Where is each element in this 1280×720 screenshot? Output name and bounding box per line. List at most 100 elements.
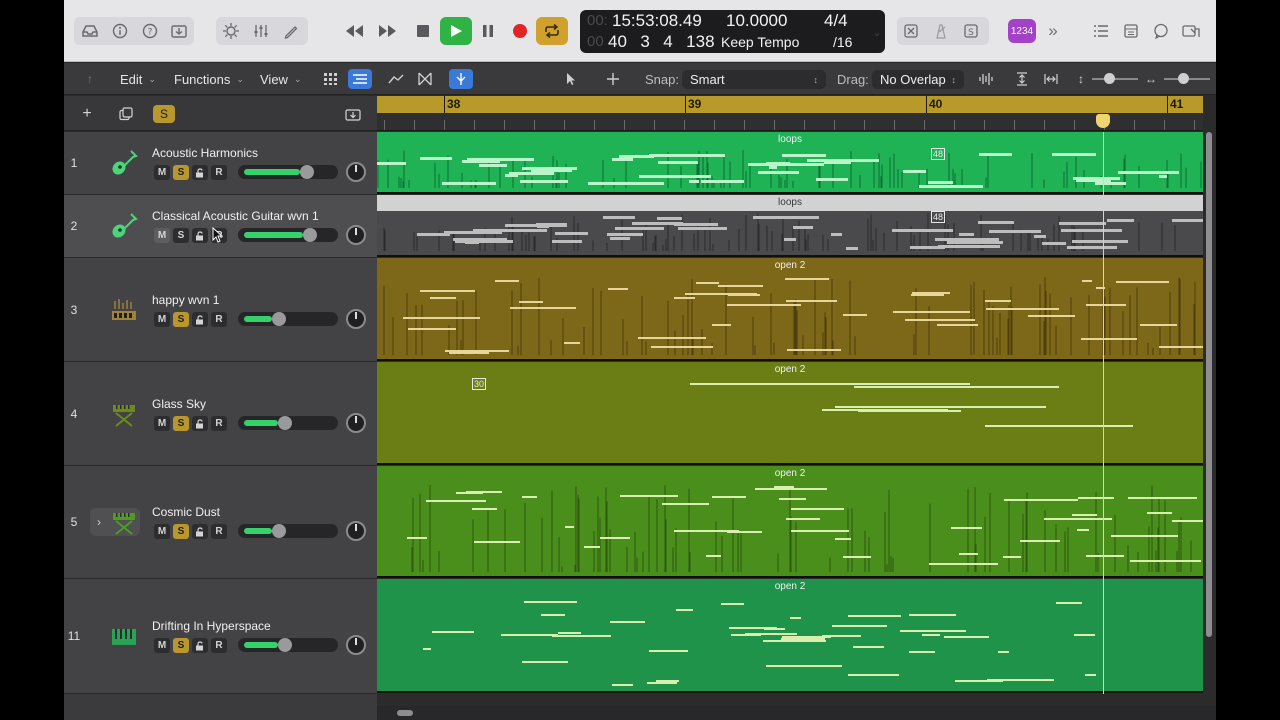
track-header[interactable]: 11 Drifting In Hyperspace M S R [64, 579, 377, 694]
browsers-icon[interactable] [1178, 19, 1204, 43]
lock-icon[interactable] [192, 312, 208, 327]
horizontal-zoom-knob[interactable] [1178, 73, 1189, 84]
horizontal-zoom-slider[interactable] [1164, 73, 1210, 84]
volume-fader[interactable] [238, 524, 338, 538]
region[interactable]: open 2 [377, 466, 1203, 578]
more-chevron-icon[interactable]: » [1040, 19, 1066, 43]
smart-controls-icon[interactable] [218, 19, 244, 43]
pan-knob[interactable] [346, 225, 366, 245]
global-solo-button[interactable]: S [153, 105, 175, 123]
solo-button[interactable]: S [173, 165, 189, 180]
pan-knob[interactable] [346, 413, 366, 433]
vertical-zoom-knob[interactable] [1104, 73, 1115, 84]
lcd-chevron-down-icon[interactable]: ⌄ [864, 20, 890, 44]
edit-menu[interactable]: Edit ⌄ [120, 70, 156, 88]
pointer-tool-icon[interactable] [560, 69, 584, 89]
solo-button[interactable]: S [173, 524, 189, 539]
track-name[interactable]: Drifting In Hyperspace [152, 619, 271, 633]
catch-playhead-icon[interactable] [449, 69, 473, 89]
track-name[interactable]: happy wvn 1 [152, 293, 219, 307]
cycle-button[interactable] [536, 17, 568, 45]
solo-button[interactable]: S [173, 312, 189, 327]
duplicate-track-icon[interactable] [115, 105, 137, 123]
move-to-folder-icon[interactable] [342, 105, 364, 123]
loop-browser-icon[interactable] [1148, 19, 1174, 43]
solo-button[interactable]: S [173, 638, 189, 653]
track-header[interactable]: 1 Acoustic Harmonics M S R [64, 132, 377, 195]
inspector-icon[interactable] [107, 19, 133, 43]
mute-button[interactable]: M [154, 416, 170, 431]
snap-select[interactable]: Smart ↕ [682, 70, 826, 89]
editors-pencil-icon[interactable] [278, 19, 304, 43]
secondary-tool-icon[interactable] [602, 69, 626, 89]
list-editors-icon[interactable] [1088, 19, 1114, 43]
track-name[interactable]: Cosmic Dust [152, 505, 220, 519]
track-name[interactable]: Glass Sky [152, 397, 206, 411]
fast-forward-button[interactable] [372, 17, 404, 45]
drag-select[interactable]: No Overlap ↕ [872, 70, 964, 89]
lock-icon[interactable] [192, 165, 208, 180]
record-enable-button[interactable]: R [211, 638, 227, 653]
mute-button[interactable]: M [154, 228, 170, 243]
mute-button[interactable]: M [154, 524, 170, 539]
solo-button[interactable]: S [173, 228, 189, 243]
volume-knob[interactable] [302, 228, 317, 242]
count-in-button[interactable]: 1234 [1008, 19, 1036, 43]
lock-icon[interactable] [192, 638, 208, 653]
pan-knob[interactable] [346, 309, 366, 329]
record-button[interactable] [504, 17, 536, 45]
pause-button[interactable] [472, 17, 504, 45]
region[interactable]: open 2 [377, 579, 1203, 693]
volume-fader[interactable] [238, 638, 338, 652]
solo-mode-icon[interactable]: S [958, 19, 984, 43]
volume-fader[interactable] [238, 165, 338, 179]
record-enable-button[interactable]: R [211, 312, 227, 327]
region[interactable]: open 2 [377, 258, 1203, 361]
track-header[interactable]: 5 › Cosmic Dust M S R [64, 466, 377, 579]
volume-knob[interactable] [272, 524, 287, 538]
volume-fader[interactable] [238, 228, 338, 242]
waveform-zoom-icon[interactable] [974, 69, 998, 89]
back-arrow-icon[interactable]: ↑ [78, 69, 102, 89]
fit-horizontal-icon[interactable] [1039, 69, 1063, 89]
rewind-button[interactable] [338, 17, 370, 45]
metronome-icon[interactable] [928, 19, 954, 43]
note-pads-icon[interactable] [1118, 19, 1144, 43]
region[interactable]: open 2 30 [377, 362, 1203, 465]
track-name[interactable]: Acoustic Harmonics [152, 146, 258, 160]
cycle-area[interactable] [377, 96, 1203, 113]
low-latency-icon[interactable] [898, 19, 924, 43]
library-icon[interactable] [77, 19, 103, 43]
pan-knob[interactable] [346, 521, 366, 541]
lock-icon[interactable] [192, 524, 208, 539]
download-icon[interactable] [166, 19, 192, 43]
mute-button[interactable]: M [154, 165, 170, 180]
track-name[interactable]: Classical Acoustic Guitar wvn 1 [152, 209, 319, 223]
playhead-handle[interactable] [1096, 114, 1110, 128]
record-enable-button[interactable]: R [211, 524, 227, 539]
list-view-icon[interactable] [348, 69, 372, 89]
lock-icon[interactable] [192, 228, 208, 243]
mixer-icon[interactable] [248, 19, 274, 43]
mute-button[interactable]: M [154, 312, 170, 327]
mute-button[interactable]: M [154, 638, 170, 653]
volume-knob[interactable] [272, 312, 287, 326]
stop-button[interactable] [407, 17, 439, 45]
horizontal-scrollbar[interactable] [397, 710, 413, 716]
track-header[interactable]: 3 happy wvn 1 M S R [64, 258, 377, 362]
chevron-right-icon[interactable]: › [97, 515, 101, 529]
view-menu[interactable]: View ⌄ [260, 70, 302, 88]
grid-view-icon[interactable] [319, 69, 343, 89]
play-button[interactable] [440, 17, 472, 45]
pan-knob[interactable] [346, 635, 366, 655]
vertical-scrollbar[interactable] [1206, 132, 1212, 637]
flex-icon[interactable] [413, 69, 437, 89]
region[interactable]: loops 48 [377, 132, 1203, 194]
record-enable-button[interactable]: R [211, 416, 227, 431]
vertical-zoom-slider[interactable] [1092, 73, 1138, 84]
volume-fader[interactable] [238, 312, 338, 326]
functions-menu[interactable]: Functions ⌄ [174, 70, 244, 88]
volume-knob[interactable] [277, 416, 292, 430]
add-track-icon[interactable]: + [76, 105, 98, 123]
ruler[interactable]: 38 39 40 41 [377, 96, 1203, 131]
